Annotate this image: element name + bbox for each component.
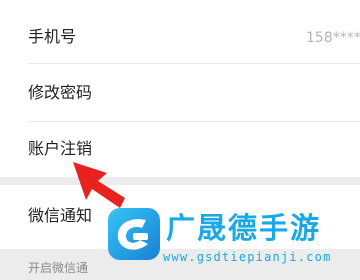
divider (28, 121, 360, 122)
watermark-title: 广晟德手游 (166, 211, 322, 245)
account-cancel-row[interactable]: 账户注销 (0, 128, 360, 168)
account-cancel-label: 账户注销 (28, 139, 93, 158)
phone-number-label: 手机号 (28, 27, 77, 46)
phone-number-row[interactable]: 手机号 158**** (0, 17, 360, 57)
phone-number-value: 158**** (306, 30, 360, 46)
watermark-url: www.gsdtiepianji.com (163, 250, 332, 264)
change-password-row[interactable]: 修改密码 (0, 72, 360, 112)
change-password-label: 修改密码 (28, 83, 93, 102)
divider (28, 63, 360, 64)
account-settings-card: 手机号 158**** 修改密码 账户注销 (0, 0, 360, 177)
watermark-logo-icon (108, 208, 160, 260)
wechat-notify-hint: 开启微信通 (28, 261, 89, 275)
